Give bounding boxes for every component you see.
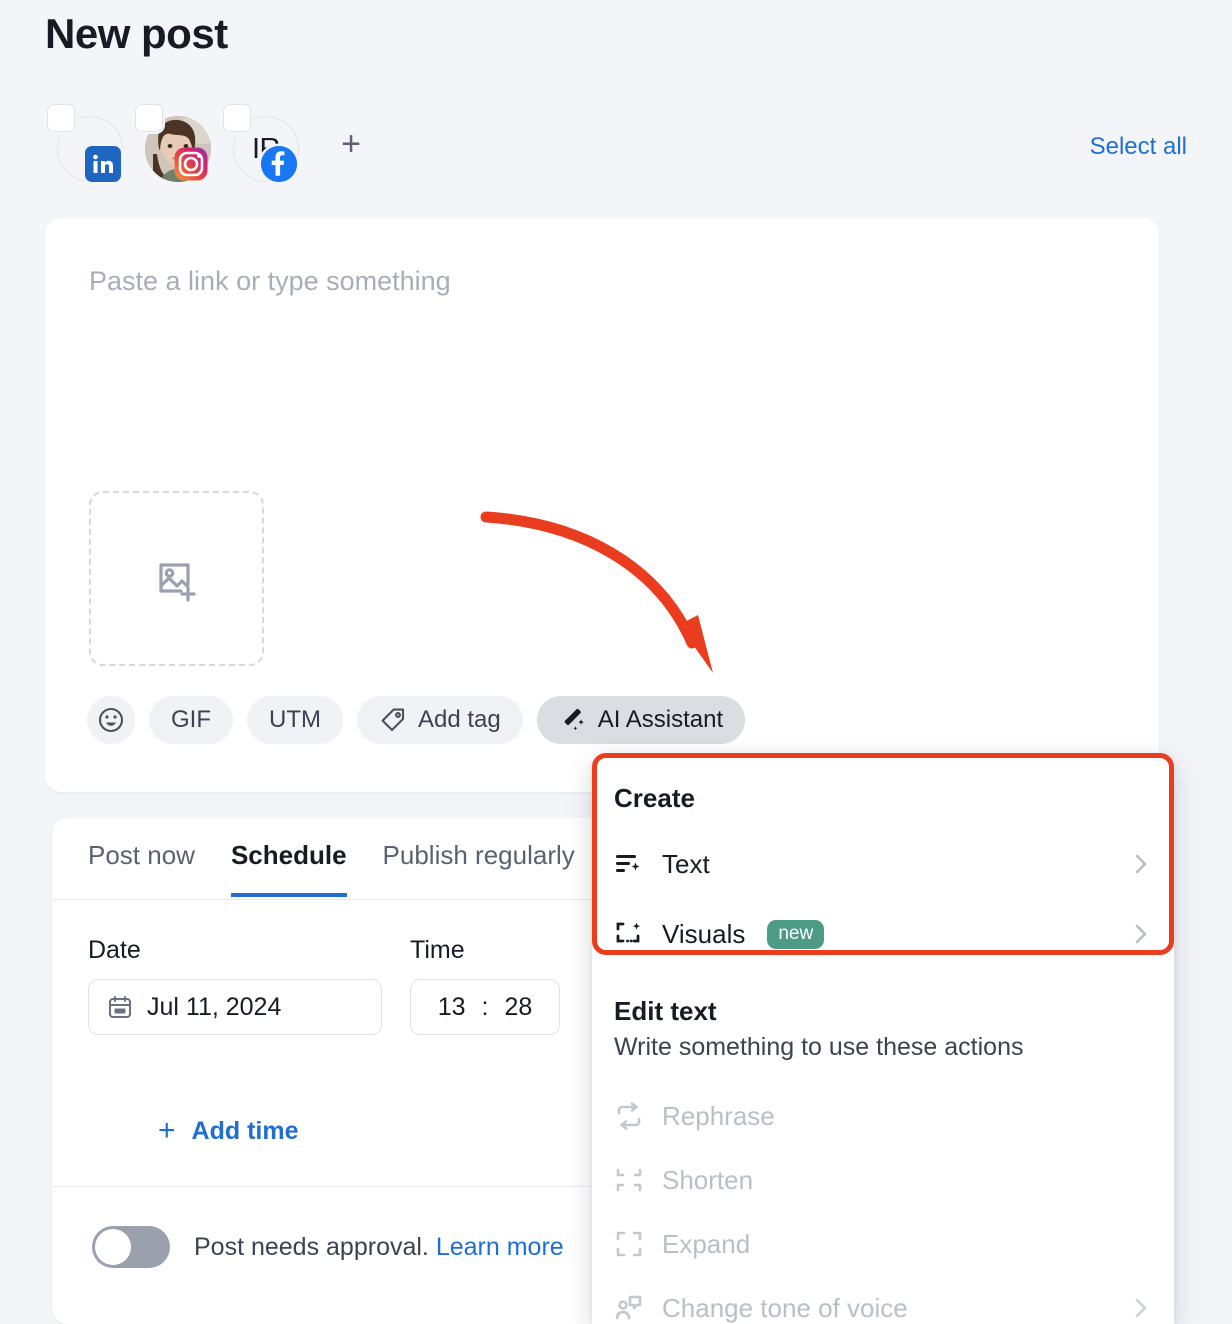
- menu-item-label: Visuals: [662, 918, 746, 949]
- menu-item-label: Text: [662, 848, 710, 879]
- ai-assistant-label: AI Assistant: [597, 706, 724, 733]
- tag-icon: [379, 706, 407, 734]
- select-all-link[interactable]: Select all: [1090, 133, 1187, 161]
- time-hours[interactable]: 13: [438, 993, 466, 1022]
- edit-text-section-title: Edit text: [614, 996, 717, 1026]
- menu-item-label: Change tone of voice: [662, 1292, 908, 1323]
- tab-schedule[interactable]: Schedule: [230, 840, 347, 897]
- add-image-icon: [150, 552, 204, 606]
- account-instagram[interactable]: [133, 104, 213, 184]
- account-linkedin[interactable]: [45, 104, 125, 184]
- shorten-icon: [614, 1165, 644, 1195]
- menu-item-rephrase: Rephrase: [592, 1084, 1174, 1148]
- account-checkbox-linkedin[interactable]: [47, 104, 75, 132]
- date-input[interactable]: Jul 11, 2024: [88, 979, 382, 1035]
- menu-item-label: Expand: [662, 1228, 751, 1259]
- chevron-right-icon: [1130, 1297, 1152, 1319]
- account-checkbox-instagram[interactable]: [135, 104, 163, 132]
- account-selector: IR +: [45, 104, 379, 184]
- ai-assistant-menu: Create Text Visuals new Edit text Write …: [592, 753, 1174, 1324]
- instagram-icon: [173, 146, 209, 182]
- date-value: Jul 11, 2024: [147, 992, 282, 1021]
- text-sparkle-icon: [614, 849, 644, 879]
- approval-row: Post needs approval. Learn more: [92, 1226, 564, 1268]
- visuals-sparkle-icon: [614, 919, 644, 949]
- emoji-icon: [97, 706, 125, 734]
- toggle-knob: [95, 1229, 131, 1265]
- time-separator: :: [481, 992, 489, 1021]
- edit-text-subtitle: Write something to use these actions: [614, 1033, 1024, 1061]
- account-checkbox-facebook[interactable]: [223, 104, 251, 132]
- menu-item-change-tone-of-voice: Change tone of voice: [592, 1276, 1174, 1324]
- menu-item-shorten: Shorten: [592, 1148, 1174, 1212]
- menu-item-expand: Expand: [592, 1212, 1174, 1276]
- learn-more-link[interactable]: Learn more: [436, 1233, 564, 1261]
- menu-item-label: Rephrase: [662, 1100, 775, 1131]
- post-text-input[interactable]: Paste a link or type something: [89, 266, 451, 297]
- facebook-icon: [261, 146, 297, 182]
- menu-item-label: Shorten: [662, 1164, 754, 1195]
- ai-assistant-button[interactable]: AI Assistant: [536, 696, 746, 744]
- time-label: Time: [410, 936, 465, 964]
- approval-toggle[interactable]: [92, 1226, 170, 1268]
- account-facebook[interactable]: IR: [221, 104, 301, 184]
- date-field: Date Jul 11, 2024: [88, 936, 382, 1035]
- add-time-button[interactable]: + Add time: [158, 1114, 298, 1148]
- add-account-button[interactable]: +: [323, 116, 379, 172]
- add-tag-button[interactable]: Add tag: [356, 696, 523, 744]
- new-badge: new: [767, 919, 825, 949]
- time-minutes[interactable]: 28: [504, 993, 532, 1022]
- chevron-right-icon: [1130, 853, 1152, 875]
- plus-icon: +: [158, 1114, 176, 1147]
- rephrase-icon: [614, 1101, 644, 1131]
- time-field: Time 13 : 28: [410, 936, 560, 1035]
- utm-label: UTM: [269, 706, 321, 733]
- date-label: Date: [88, 936, 141, 964]
- composer-toolbar: GIF UTM Add tag AI Assistant: [87, 696, 746, 744]
- expand-icon: [614, 1229, 644, 1259]
- new-post-screen: New post IR + Select all Paste a link or…: [0, 0, 1232, 1324]
- time-input[interactable]: 13 : 28: [410, 979, 560, 1035]
- approval-label: Post needs approval.: [194, 1232, 429, 1261]
- add-tag-label: Add tag: [417, 706, 501, 733]
- tone-of-voice-icon: [614, 1293, 644, 1323]
- gif-button[interactable]: GIF: [149, 696, 233, 744]
- add-image-dropzone[interactable]: [89, 491, 264, 666]
- utm-button[interactable]: UTM: [247, 696, 343, 744]
- curved-arrow-icon: [470, 495, 740, 685]
- tab-post-now[interactable]: Post now: [88, 840, 195, 893]
- linkedin-icon: [85, 146, 121, 182]
- page-title: New post: [45, 10, 228, 57]
- chevron-right-icon: [1130, 923, 1152, 945]
- magic-wand-icon: [559, 706, 587, 734]
- menu-item-text[interactable]: Text: [592, 832, 1174, 896]
- menu-item-visuals[interactable]: Visuals new: [592, 902, 1174, 966]
- tab-publish-regularly[interactable]: Publish regularly: [383, 840, 575, 893]
- add-time-label: Add time: [191, 1116, 299, 1145]
- emoji-button[interactable]: [87, 696, 135, 744]
- approval-text: Post needs approval. Learn more: [194, 1233, 564, 1262]
- calendar-icon: [107, 994, 133, 1020]
- create-section-title: Create: [614, 783, 695, 813]
- gif-label: GIF: [171, 706, 211, 733]
